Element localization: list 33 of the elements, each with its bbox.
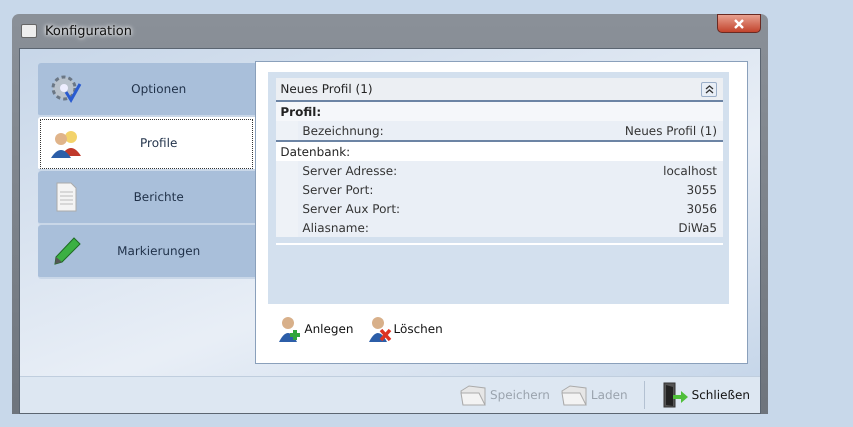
user-delete-icon (368, 316, 392, 342)
field-label: Server Port: (301, 182, 374, 196)
field-label: Server Aux Port: (301, 202, 400, 216)
field-value: DiWa5 (678, 220, 717, 234)
window-title: Konfiguration (45, 24, 132, 38)
chevron-icon (704, 84, 714, 94)
field-label: Bezeichnung: (301, 124, 384, 138)
sidebar-tab[interactable]: Berichte (38, 171, 256, 225)
field-value: Neues Profil (1) (624, 124, 717, 138)
gear-icon (50, 74, 82, 104)
sidebar-tab[interactable]: Profile (38, 117, 256, 171)
field-value: 3056 (686, 202, 717, 216)
field-label: Server Adresse: (301, 164, 398, 178)
user-add-icon (278, 316, 302, 342)
profile-action-button[interactable]: Löschen (368, 316, 443, 342)
field-value: localhost (663, 164, 717, 178)
footer-button[interactable]: Schließen (658, 382, 752, 408)
app-icon (21, 24, 37, 38)
folder-icon (459, 383, 488, 407)
field-label: Aliasname: (301, 220, 369, 234)
door-exit-icon (660, 382, 689, 408)
close-icon (733, 18, 745, 28)
profile-action-button[interactable]: Anlegen (278, 316, 354, 342)
profile-title: Neues Profil (1) (280, 82, 373, 96)
section-heading: Datenbank: (280, 144, 350, 158)
users-icon (50, 128, 82, 158)
collapse-button[interactable] (701, 82, 717, 96)
folder-icon (560, 383, 588, 407)
section-heading: Profil: (280, 104, 322, 118)
sidebar-tab[interactable]: Markierungen (38, 225, 256, 279)
sidebar-tab[interactable]: Optionen (38, 63, 256, 117)
close-button[interactable] (717, 14, 761, 33)
field-value: 3055 (686, 182, 717, 196)
